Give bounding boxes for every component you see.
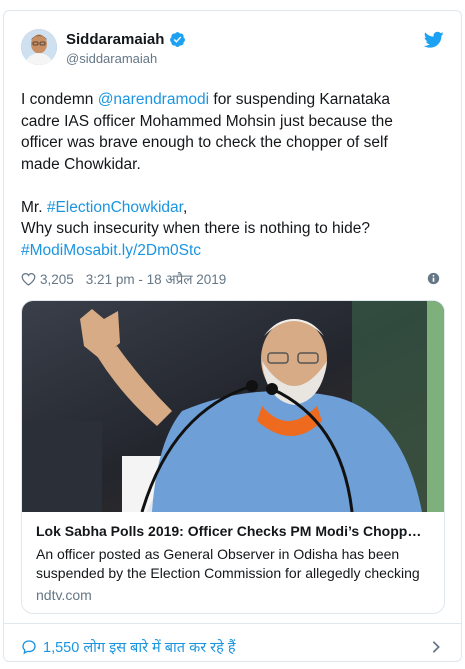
author-handle[interactable]: @siddaramaiah [66, 51, 157, 66]
author-name[interactable]: Siddaramaiah [66, 31, 164, 48]
preview-image [22, 301, 444, 512]
conversation-footer[interactable]: 1,550 लोग इस बारे में बात कर रहे हैं [21, 635, 444, 659]
preview-description: An officer posted as General Observer in… [36, 546, 420, 581]
tweet-card: Siddaramaiah @siddaramaiah I condemn @na… [3, 10, 462, 662]
comment-icon [22, 640, 36, 655]
mention-link[interactable]: @narendramodi [98, 91, 209, 108]
info-icon[interactable] [427, 272, 440, 285]
twitter-bird-icon[interactable] [424, 31, 444, 49]
tweet-meta-row: 3,205 3:21 pm - 18 अप्रैल 2019 [21, 269, 444, 289]
heart-icon [21, 272, 36, 286]
preview-domain: ndtv.com [36, 587, 92, 603]
avatar[interactable] [21, 29, 57, 65]
url-link[interactable]: bit.ly/2Dm0Stc [101, 242, 201, 259]
conversation-count-text[interactable]: 1,550 लोग इस बारे में बात कर रहे हैं [43, 637, 236, 657]
tweet-timestamp[interactable]: 3:21 pm - 18 अप्रैल 2019 [86, 270, 226, 288]
preview-title: Lok Sabha Polls 2019: Officer Checks PM … [36, 523, 422, 539]
footer-divider [4, 623, 461, 624]
author-name-line: Siddaramaiah [66, 31, 186, 48]
tweet-text-segment: for suspending Karnataka cadre IAS offic… [21, 91, 393, 216]
like-count: 3,205 [40, 271, 74, 287]
hashtag-link[interactable]: #ModiMosa [21, 242, 101, 259]
chevron-right-icon[interactable] [431, 640, 441, 654]
tweet-header: Siddaramaiah @siddaramaiah [21, 29, 444, 71]
like-button[interactable]: 3,205 [21, 272, 74, 287]
verified-badge-icon [170, 32, 186, 47]
preview-text: Lok Sabha Polls 2019: Officer Checks PM … [36, 523, 432, 603]
tweet-text: I condemn @narendramodi for suspending K… [21, 89, 446, 261]
hashtag-link[interactable]: #ElectionChowkidar [47, 199, 183, 216]
link-preview-card[interactable]: Lok Sabha Polls 2019: Officer Checks PM … [21, 300, 445, 614]
tweet-text-segment: I condemn [21, 91, 98, 108]
